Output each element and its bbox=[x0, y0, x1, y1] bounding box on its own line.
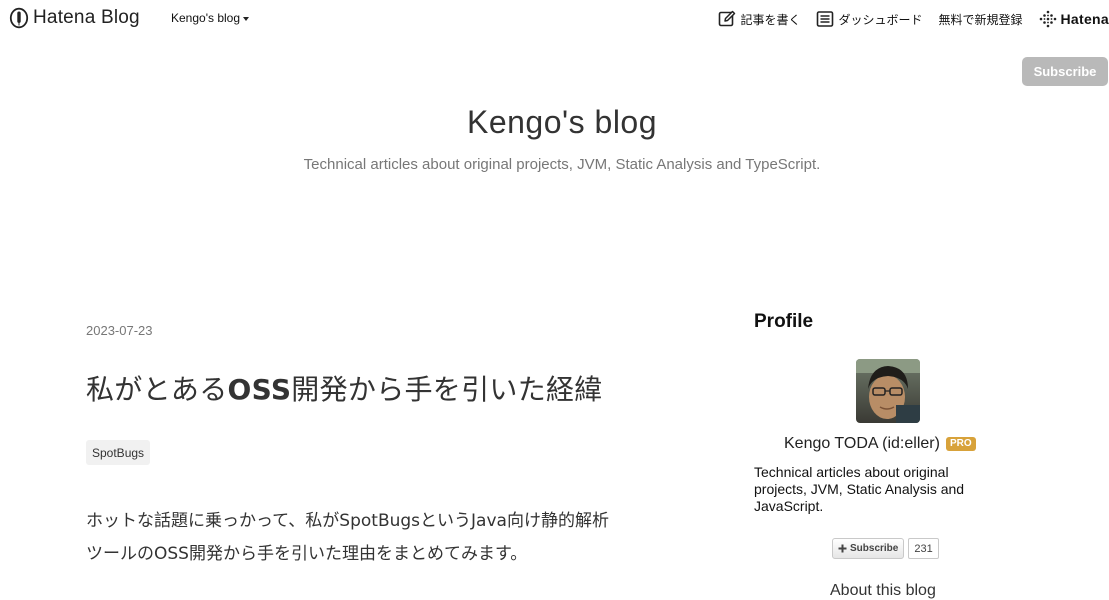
profile-name[interactable]: Kengo TODA (id:eller) PRO bbox=[784, 435, 976, 453]
avatar[interactable] bbox=[856, 359, 920, 423]
entry-body-line: ホットな話題に乗っかって、私がSpotBugsというJava向け静的解析 bbox=[86, 511, 609, 531]
blog-switcher[interactable]: Kengo's blog bbox=[171, 11, 250, 25]
dashboard-link[interactable]: ダッシュボード bbox=[816, 10, 923, 28]
about-blog-link[interactable]: About this blog bbox=[830, 582, 936, 600]
signup-link[interactable]: 無料で新規登録 bbox=[939, 11, 1023, 28]
caret-down-icon bbox=[243, 16, 250, 21]
hatena-link[interactable]: Hatena bbox=[1039, 10, 1109, 28]
write-article-label: 記事を書く bbox=[740, 12, 801, 27]
profile-heading: Profile bbox=[754, 311, 814, 332]
sidebar-subscribe-button[interactable]: Subscribe bbox=[832, 538, 905, 559]
subscribe-widget: Subscribe 231 bbox=[832, 538, 939, 559]
entry-title[interactable]: 私がとあるOSS開発から手を引いた経緯 bbox=[86, 368, 603, 408]
blog-title[interactable]: Kengo's blog bbox=[0, 104, 1109, 141]
plus-icon bbox=[838, 544, 847, 553]
blog-description: Technical articles about original projec… bbox=[303, 156, 821, 173]
hatena-dots-icon bbox=[1039, 10, 1056, 28]
sidebar-subscribe-label: Subscribe bbox=[850, 543, 899, 554]
entry-body: ホットな話題に乗っかって、私がSpotBugsというJava向け静的解析 ツール… bbox=[86, 505, 676, 571]
edit-icon bbox=[719, 10, 736, 27]
subscriber-count[interactable]: 231 bbox=[908, 538, 939, 559]
entry-title-part1: 私がとある bbox=[86, 373, 228, 406]
global-header-right: 記事を書く ダッシュボード 無料で新規登録 Hatena bbox=[702, 0, 1109, 38]
category-tag[interactable]: SpotBugs bbox=[86, 440, 151, 465]
signup-label: 無料で新規登録 bbox=[938, 12, 1023, 27]
dashboard-icon bbox=[817, 11, 834, 27]
global-header: Hatena Blog Kengo's blog 記事を書く ダッシュボード 無… bbox=[0, 0, 1109, 38]
subscribe-button[interactable]: Subscribe bbox=[1022, 57, 1108, 86]
write-article-link[interactable]: 記事を書く bbox=[718, 10, 800, 28]
dashboard-label: ダッシュボード bbox=[838, 12, 923, 27]
profile-photo bbox=[856, 359, 920, 423]
profile-name-text: Kengo TODA (id:eller) bbox=[784, 435, 940, 452]
blog-switcher-label: Kengo's blog bbox=[171, 11, 241, 25]
entry-body-line: ツールのOSS開発から手を引いた理由をまとめてみます。 bbox=[86, 544, 528, 564]
entry-date[interactable]: 2023-07-23 bbox=[86, 323, 153, 338]
pro-badge: PRO bbox=[945, 437, 976, 451]
entry-title-part3: 開発から手を引いた経緯 bbox=[291, 373, 603, 406]
hatena-blog-icon bbox=[9, 7, 29, 29]
hatena-blog-logo[interactable]: Hatena Blog bbox=[9, 7, 140, 29]
hatena-label: Hatena bbox=[1060, 11, 1109, 27]
logo-text: Hatena Blog bbox=[33, 7, 140, 28]
entry-title-part2: OSS bbox=[227, 373, 292, 406]
profile-description: Technical articles about original projec… bbox=[754, 464, 965, 514]
